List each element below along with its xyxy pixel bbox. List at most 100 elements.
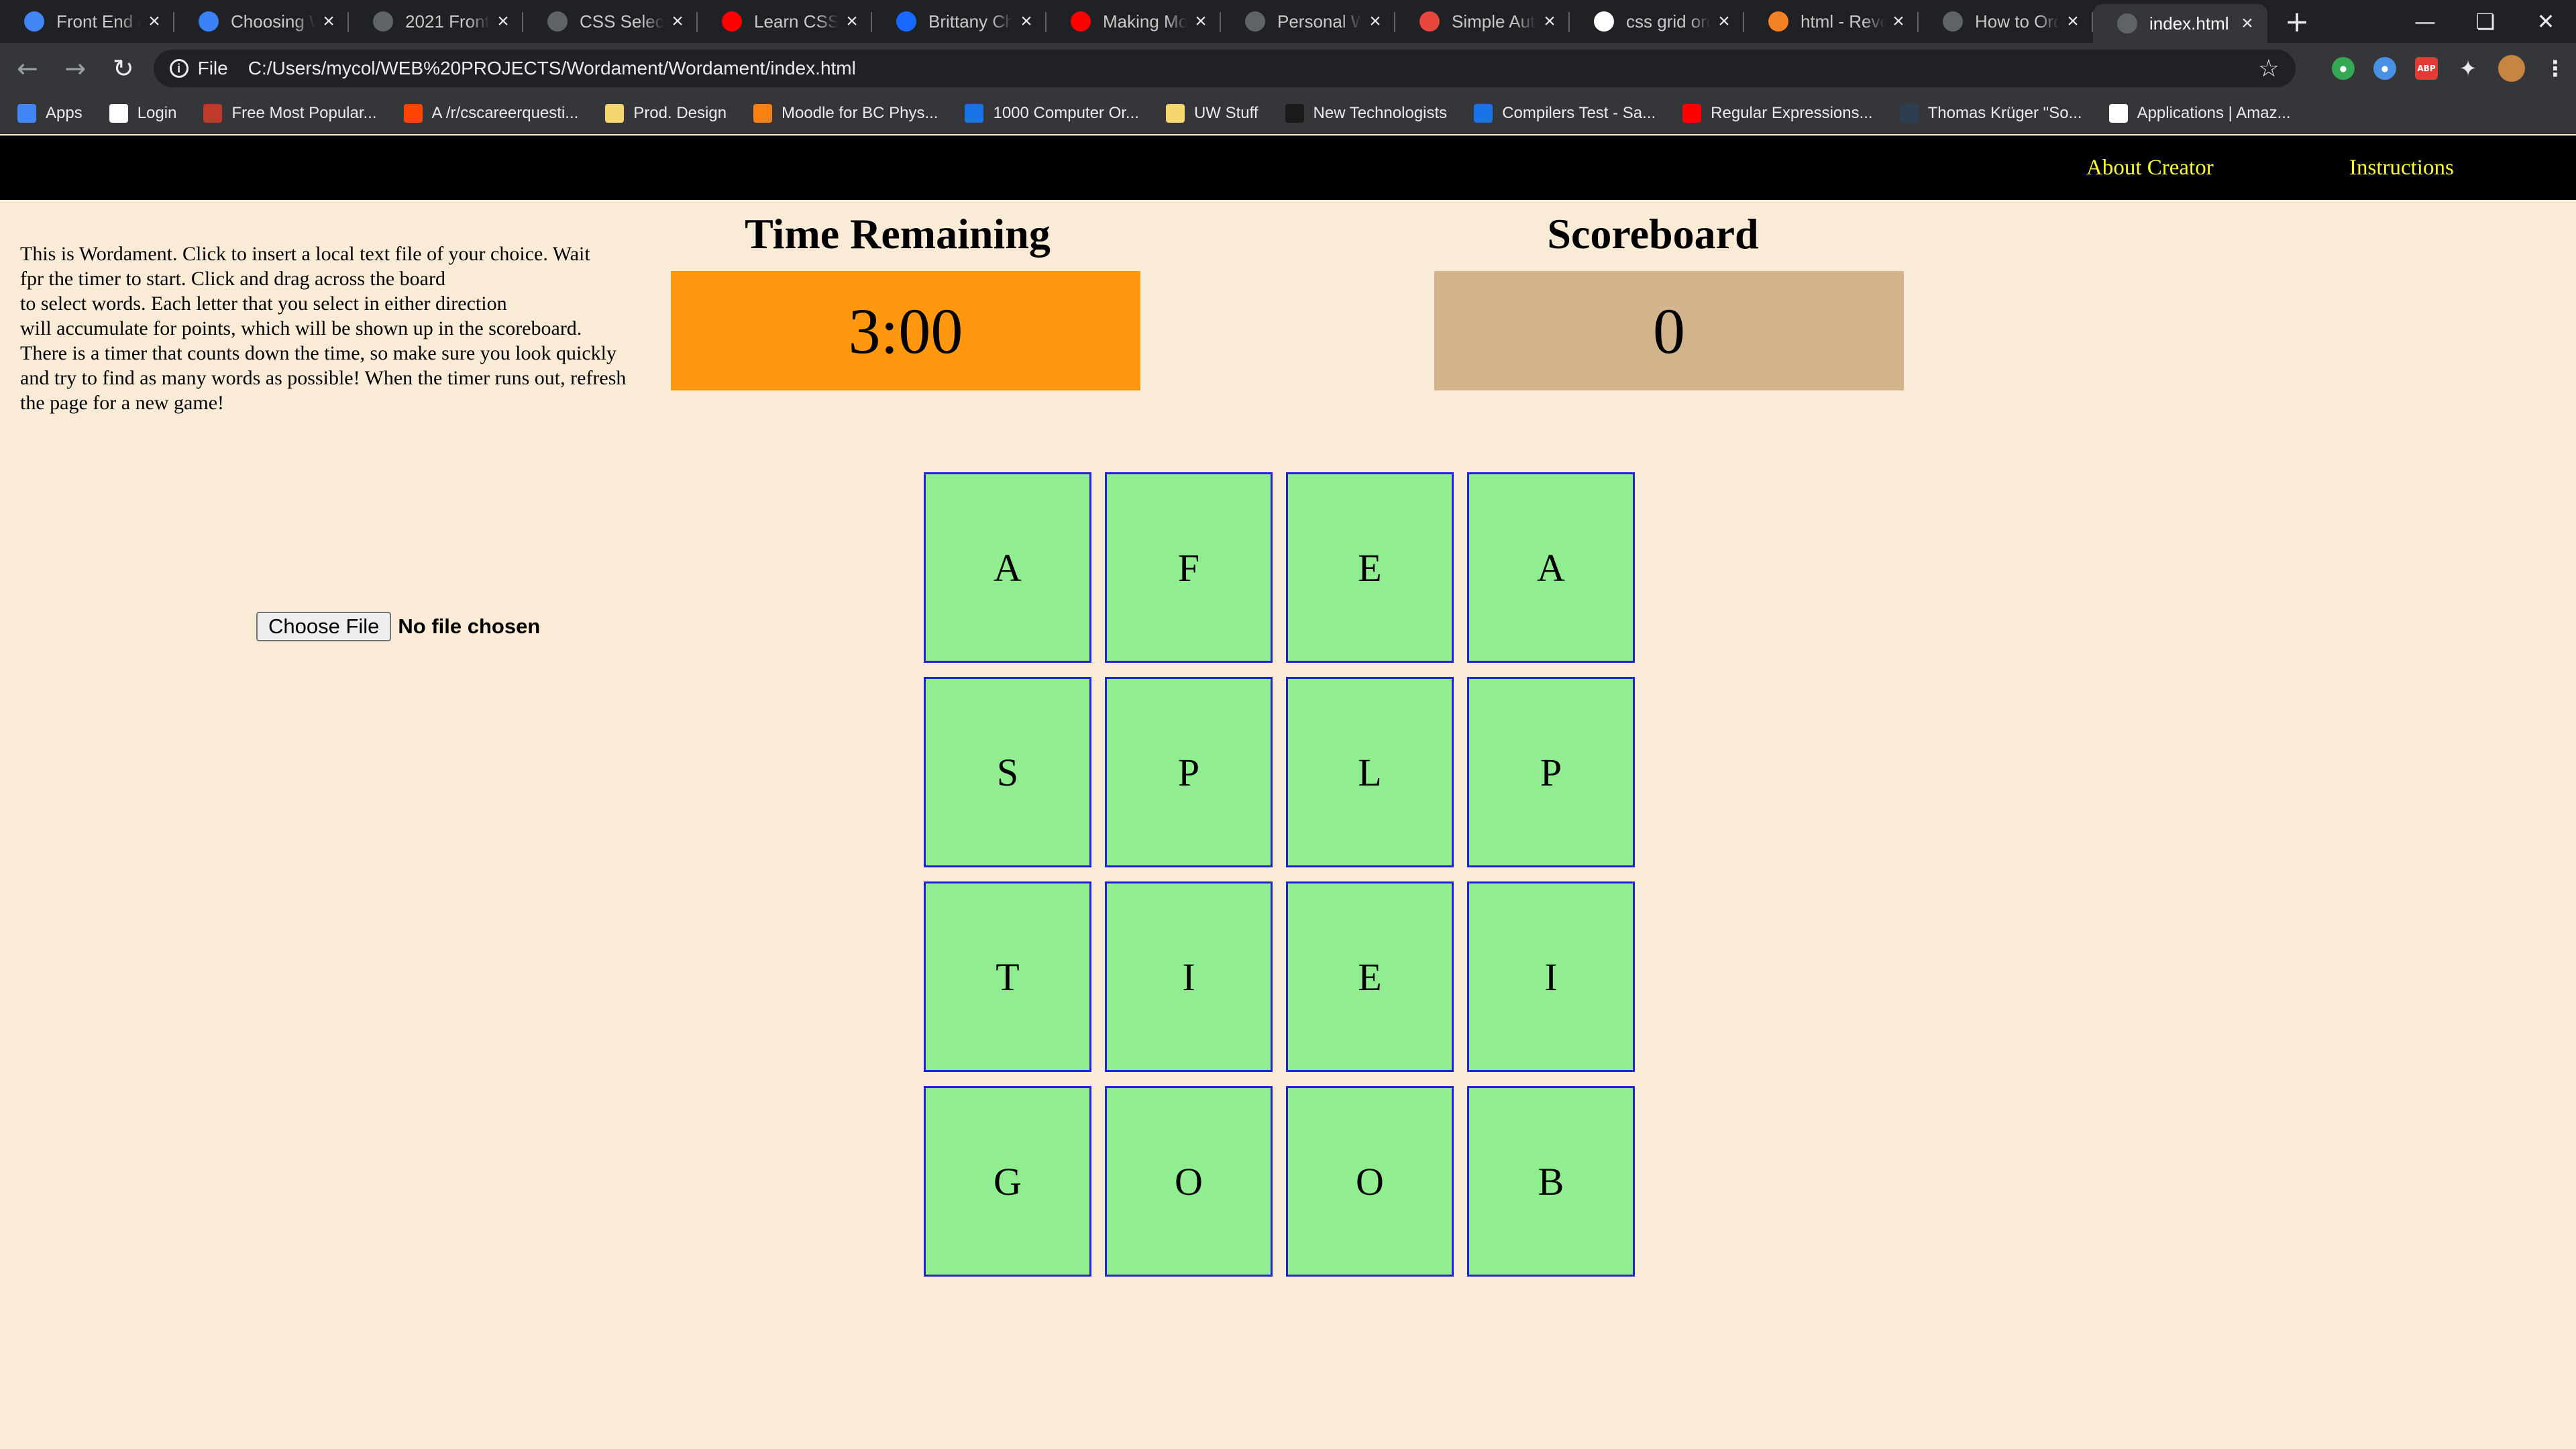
letter-tile[interactable]: P — [1105, 677, 1273, 867]
youtube-icon — [722, 11, 742, 32]
tab-title: How to Ord — [1975, 11, 2059, 32]
browser-tab[interactable]: Personal We× — [1221, 0, 1395, 43]
letter-tile[interactable]: F — [1105, 472, 1273, 663]
letter-tile[interactable]: S — [924, 677, 1091, 867]
bookmark-label: UW Stuff — [1193, 104, 1258, 122]
moodle-icon — [753, 104, 773, 123]
bookmark-item[interactable]: Free Most Popular... — [203, 104, 377, 123]
tab-close-icon[interactable]: × — [319, 10, 338, 33]
bookmark-item[interactable]: Moodle for BC Phys... — [753, 104, 938, 123]
browser-tab[interactable]: Brittany Chi × — [872, 0, 1046, 43]
tab-title: CSS Selecto — [580, 11, 664, 32]
bookmark-item[interactable]: UW Stuff — [1165, 104, 1258, 123]
letter-tile[interactable]: I — [1105, 881, 1273, 1072]
letter-tile[interactable]: B — [1467, 1086, 1635, 1277]
tab-close-icon[interactable]: × — [1191, 10, 1210, 33]
letter-tile[interactable]: T — [924, 881, 1091, 1072]
profile-avatar-icon[interactable] — [2498, 55, 2526, 82]
browser-tab[interactable]: Making Mod× — [1046, 0, 1221, 43]
letter-tile[interactable]: G — [924, 1086, 1091, 1277]
browser-tab[interactable]: How to Ord × — [1919, 0, 2093, 43]
intro-line: to select words. Each letter that you se… — [20, 292, 507, 315]
amazon-icon — [2108, 104, 2128, 123]
login-icon — [109, 104, 128, 123]
bookmark-label: Regular Expressions... — [1711, 104, 1873, 122]
browser-tab[interactable]: html - Rever× — [1744, 0, 1919, 43]
extension-icon[interactable]: ● — [2332, 57, 2355, 80]
new-tab-button[interactable]: + — [2277, 5, 2317, 39]
url-text[interactable]: C:/Users/mycol/WEB%20PROJECTS/Wordament/… — [248, 58, 2258, 79]
puzzle-extensions-icon[interactable]: ✦ — [2457, 56, 2479, 81]
bookmark-item[interactable]: Compilers Test - Sa... — [1474, 104, 1656, 123]
instructions-link[interactable]: Instructions — [2349, 156, 2454, 180]
browser-tab[interactable]: 2021 Fronte× — [349, 0, 523, 43]
bookmark-label: Prod. Design — [633, 104, 727, 122]
intro-line: fpr the timer to start. Click and drag a… — [20, 268, 445, 290]
browser-tab[interactable]: CSS Selecto× — [523, 0, 698, 43]
letter-tile[interactable]: L — [1286, 677, 1454, 867]
tab-close-icon[interactable]: × — [1715, 10, 1733, 33]
bookmark-item[interactable]: Apps — [17, 104, 83, 123]
browser-tab[interactable]: Front End de× — [0, 0, 174, 43]
bookmark-item[interactable]: Prod. Design — [605, 104, 727, 123]
choose-file-button[interactable]: Choose File — [256, 612, 392, 641]
minimize-icon[interactable]: — — [2395, 0, 2455, 43]
tab-close-icon[interactable]: × — [668, 10, 687, 33]
extension-icon[interactable]: ● — [2373, 57, 2397, 80]
forward-arrow-icon[interactable]: → — [55, 47, 97, 90]
bookmark-item[interactable]: Login — [109, 104, 177, 123]
intro-line: the page for a new game! — [20, 392, 225, 414]
bookmark-star-icon[interactable]: ☆ — [2258, 54, 2279, 83]
bookmark-item[interactable]: New Technologists — [1285, 104, 1447, 123]
close-window-icon[interactable]: ✕ — [2516, 0, 2576, 43]
tab-title: html - Rever — [1801, 11, 1885, 32]
tab-close-icon[interactable]: × — [494, 10, 513, 33]
tab-close-icon[interactable]: × — [1366, 10, 1385, 33]
bookmark-label: 1000 Computer Or... — [993, 104, 1139, 122]
adblock-icon[interactable]: ABP — [2415, 57, 2438, 80]
about-creator-link[interactable]: About Creator — [2086, 156, 2214, 180]
browser-tab[interactable]: Choosing W× — [174, 0, 349, 43]
bookmark-label: Login — [137, 104, 177, 122]
browser-tab[interactable]: css grid orde× — [1570, 0, 1744, 43]
sf-icon — [965, 104, 984, 123]
tab-list: Front End de×Choosing W×2021 Fronte×CSS … — [0, 0, 2267, 43]
tab-close-icon[interactable]: × — [1540, 10, 1559, 33]
letter-tile[interactable]: E — [1286, 881, 1454, 1072]
letter-tile[interactable]: O — [1286, 1086, 1454, 1277]
letter-tile[interactable]: P — [1467, 677, 1635, 867]
tab-close-icon[interactable]: × — [843, 10, 861, 33]
tab-title: 2021 Fronte — [405, 11, 490, 32]
tab-close-icon[interactable]: × — [145, 10, 164, 33]
address-bar[interactable]: i File C:/Users/mycol/WEB%20PROJECTS/Wor… — [153, 50, 2296, 87]
back-arrow-icon[interactable]: ← — [7, 47, 48, 90]
letter-tile[interactable]: E — [1286, 472, 1454, 663]
browser-tab[interactable]: index.html × — [2093, 4, 2267, 43]
letter-tile[interactable]: O — [1105, 1086, 1273, 1277]
info-icon[interactable]: i — [169, 59, 189, 78]
timer-display: 3:00 — [671, 271, 1140, 390]
tab-close-icon[interactable]: × — [2238, 12, 2257, 35]
intro-line: will accumulate for points, which will b… — [20, 317, 582, 339]
tab-close-icon[interactable]: × — [1017, 10, 1036, 33]
bookmark-item[interactable]: 1000 Computer Or... — [965, 104, 1139, 123]
bookmark-item[interactable]: Applications | Amaz... — [2108, 104, 2291, 123]
browser-tab[interactable]: Learn CSS G× — [698, 0, 872, 43]
tab-close-icon[interactable]: × — [2063, 10, 2082, 33]
tab-title: Personal We — [1277, 11, 1362, 32]
menu-kebab-icon[interactable]: ⋮ — [2544, 56, 2567, 81]
bookmark-item[interactable]: Regular Expressions... — [1682, 104, 1873, 123]
browser-tab[interactable]: Simple Auto × — [1395, 0, 1570, 43]
bookmark-item[interactable]: A /r/cscareerquesti... — [403, 104, 578, 123]
bookmark-label: Applications | Amaz... — [2137, 104, 2291, 122]
tab-title: index.html — [2149, 13, 2229, 34]
letter-tile[interactable]: A — [1467, 472, 1635, 663]
timer-title: Time Remaining — [745, 210, 1051, 258]
letter-tile[interactable]: A — [924, 472, 1091, 663]
restore-icon[interactable]: ❏ — [2455, 0, 2516, 43]
letter-board: AFEASPLPTIEIGOOB — [924, 472, 1636, 1279]
reload-icon[interactable]: ↻ — [103, 47, 144, 90]
tab-close-icon[interactable]: × — [1889, 10, 1908, 33]
letter-tile[interactable]: I — [1467, 881, 1635, 1072]
bookmark-item[interactable]: Thomas Krüger "So... — [1899, 104, 2082, 123]
